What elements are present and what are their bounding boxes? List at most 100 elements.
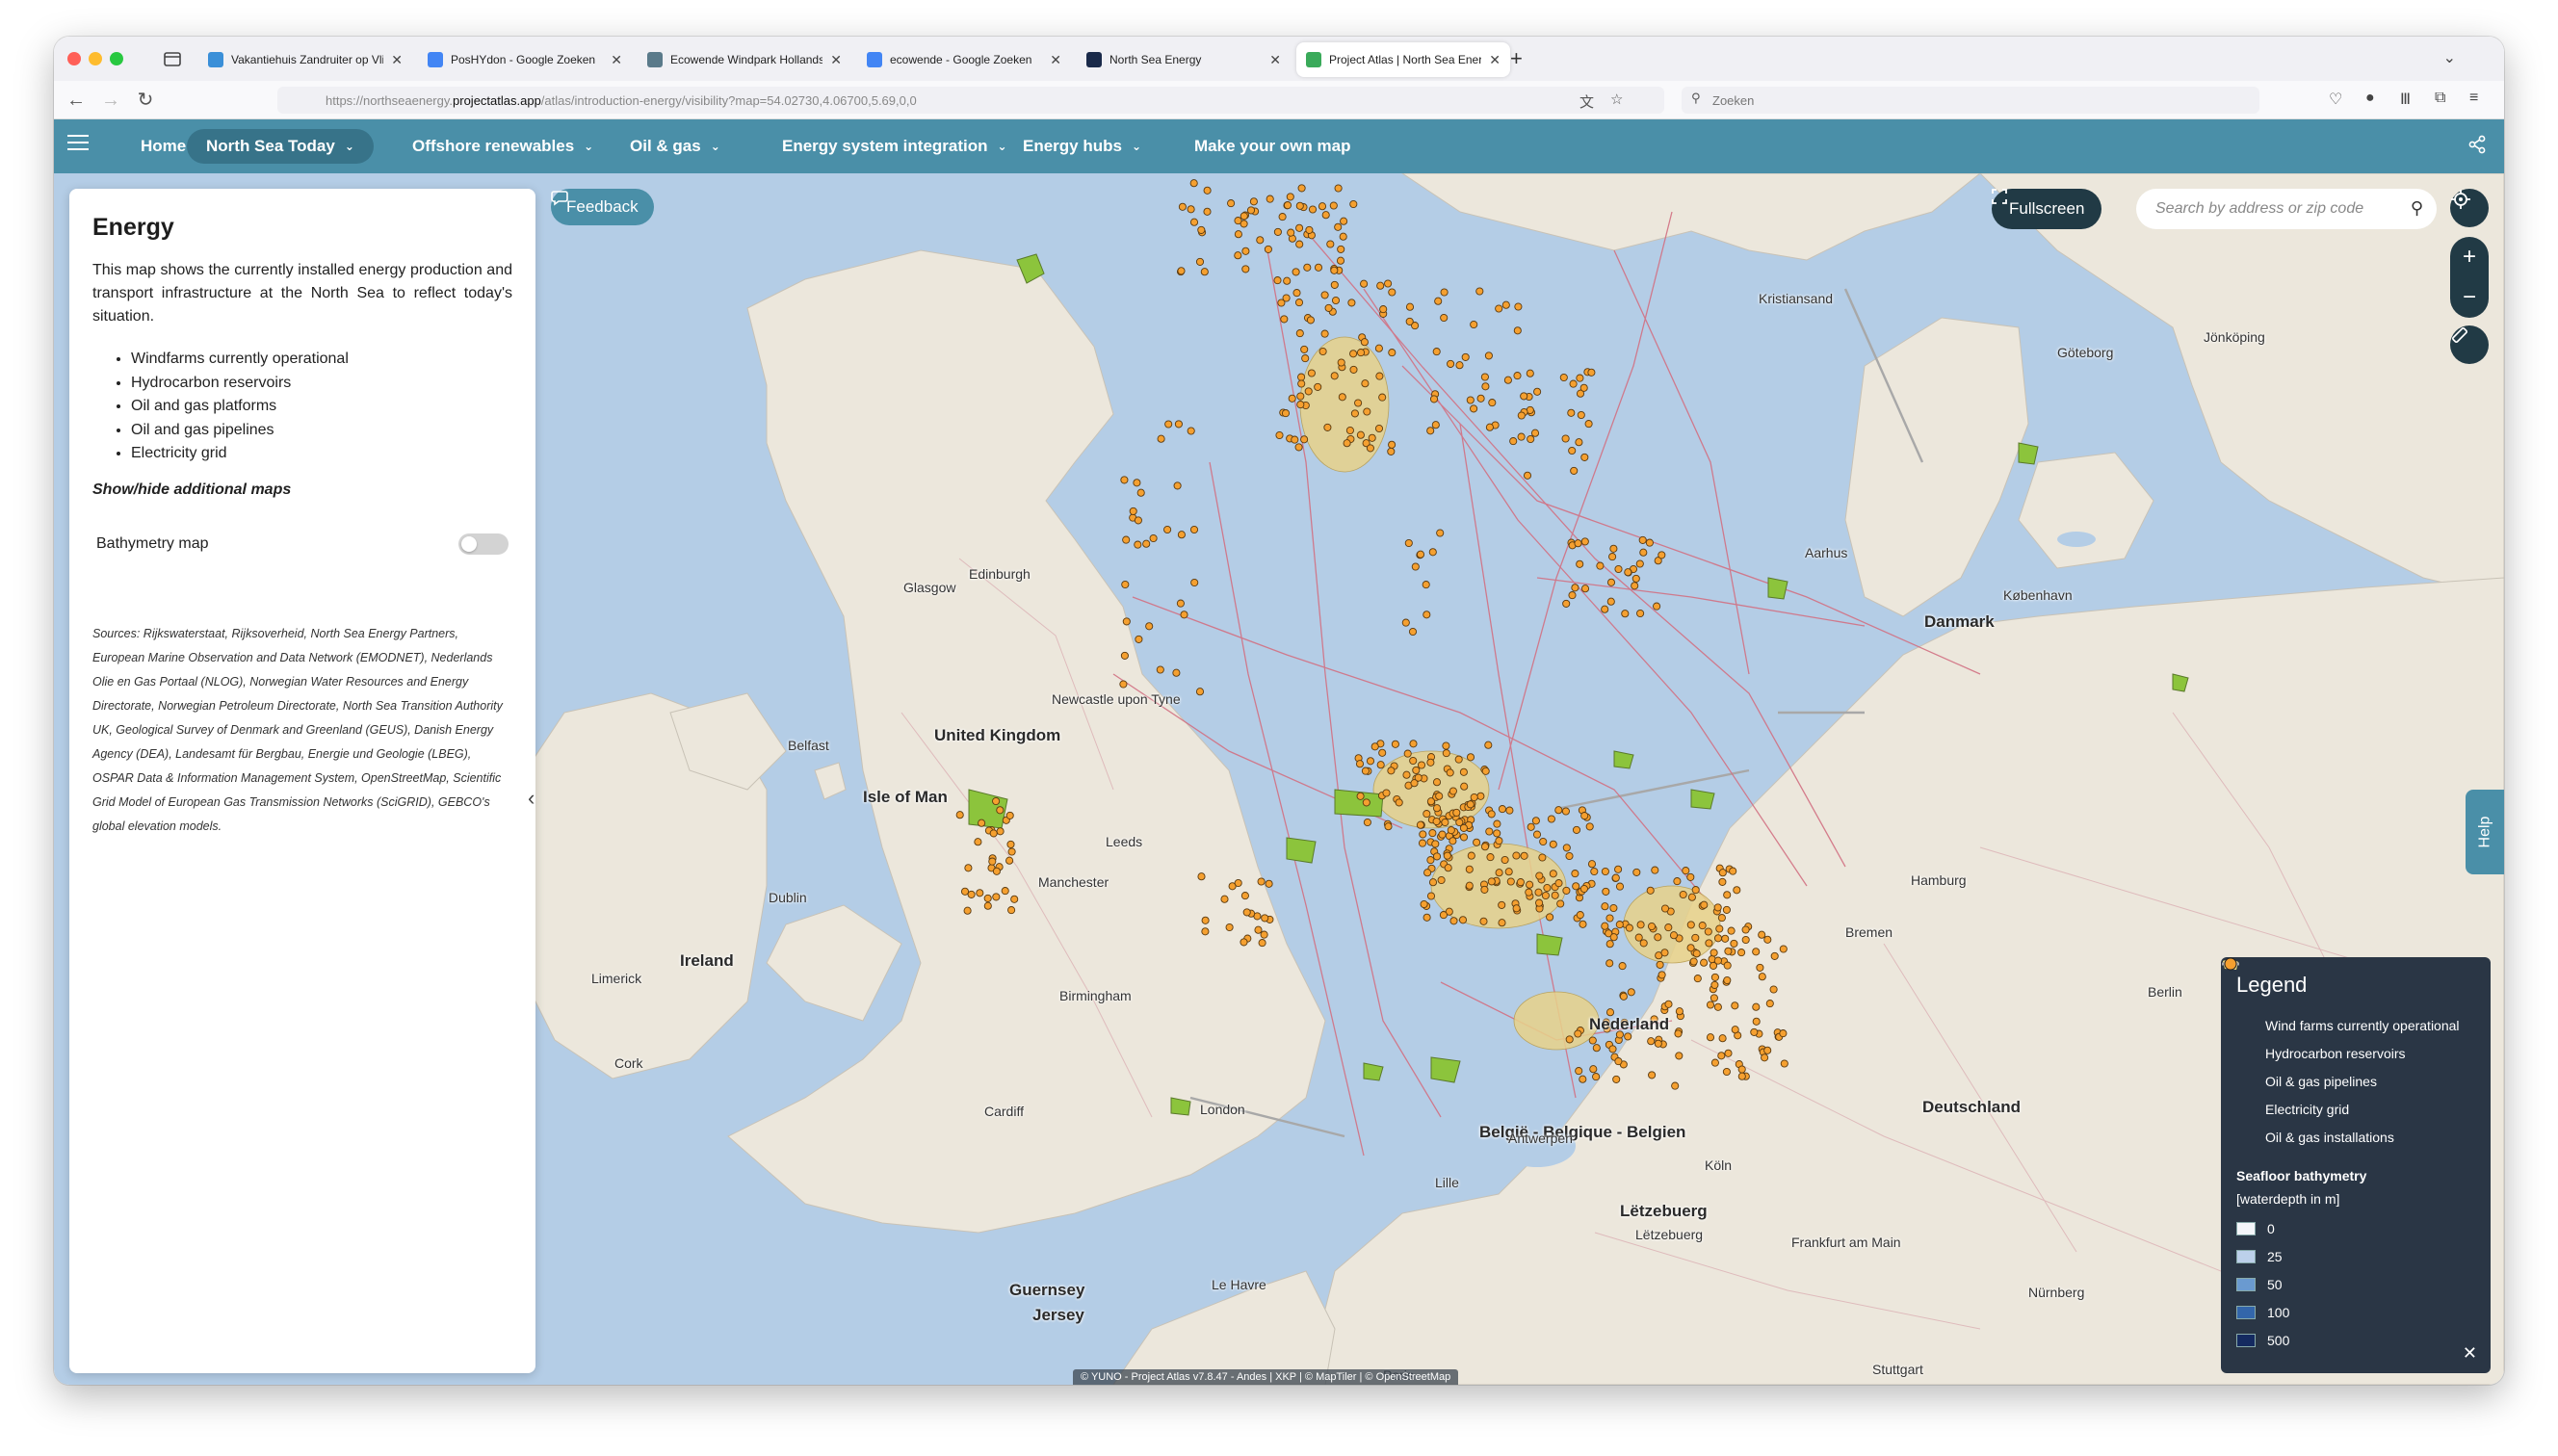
installation-marker[interactable] (1304, 387, 1313, 396)
installation-marker[interactable] (1568, 446, 1577, 455)
installation-marker[interactable] (1601, 902, 1609, 911)
nav-item-north-sea-today[interactable]: North Sea Today ⌄ (187, 129, 374, 164)
installation-marker[interactable] (1164, 420, 1173, 429)
installation-marker[interactable] (1639, 548, 1648, 557)
installation-marker[interactable] (1241, 247, 1250, 255)
installation-marker[interactable] (1752, 1002, 1761, 1011)
installation-marker[interactable] (1691, 933, 1700, 942)
installation-marker[interactable] (1360, 338, 1369, 347)
installation-marker[interactable] (1129, 507, 1137, 515)
installation-marker[interactable] (1324, 303, 1333, 312)
installation-marker[interactable] (1608, 553, 1617, 561)
installation-marker[interactable] (1174, 420, 1183, 429)
installation-marker[interactable] (1571, 870, 1579, 878)
installation-marker[interactable] (1693, 975, 1702, 983)
installation-marker[interactable] (1297, 373, 1306, 381)
installation-marker[interactable] (1484, 351, 1493, 360)
installation-marker[interactable] (1512, 904, 1521, 913)
installation-marker[interactable] (1336, 256, 1345, 265)
installation-marker[interactable] (1647, 922, 1657, 931)
installation-marker[interactable] (1291, 435, 1299, 444)
installation-marker[interactable] (1240, 938, 1248, 947)
installation-marker[interactable] (1532, 830, 1542, 839)
installation-marker[interactable] (1488, 399, 1497, 407)
installation-marker[interactable] (1360, 279, 1369, 288)
installation-marker[interactable] (1731, 1026, 1739, 1034)
installation-marker[interactable] (1378, 393, 1387, 402)
installation-marker[interactable] (1571, 584, 1579, 592)
installation-marker[interactable] (1201, 916, 1210, 924)
installation-marker[interactable] (1527, 822, 1535, 831)
installation-marker[interactable] (1294, 443, 1303, 452)
installation-marker[interactable] (1512, 851, 1521, 860)
installation-marker[interactable] (1466, 396, 1475, 404)
installation-marker[interactable] (1763, 935, 1772, 944)
installation-marker[interactable] (1657, 971, 1666, 979)
installation-marker[interactable] (1010, 895, 1019, 903)
installation-marker[interactable] (1568, 591, 1577, 600)
installation-marker[interactable] (1349, 350, 1358, 358)
address-search-input[interactable]: Search by address or zip code ⚲ (2136, 189, 2437, 229)
installation-marker[interactable] (1576, 911, 1584, 920)
installation-marker[interactable] (1340, 217, 1348, 225)
installation-marker[interactable] (1487, 877, 1496, 886)
installation-marker[interactable] (1769, 985, 1778, 994)
installation-marker[interactable] (1343, 439, 1351, 448)
installation-marker[interactable] (1614, 865, 1623, 873)
installation-marker[interactable] (1197, 225, 1206, 234)
installation-marker[interactable] (1405, 317, 1414, 325)
installation-marker[interactable] (1530, 429, 1540, 437)
installation-marker[interactable] (1682, 867, 1690, 875)
installation-marker[interactable] (1370, 742, 1379, 751)
installation-marker[interactable] (1121, 580, 1130, 589)
installation-marker[interactable] (1608, 1045, 1617, 1053)
installation-marker[interactable] (1459, 767, 1468, 776)
installation-marker[interactable] (1203, 186, 1212, 195)
installation-marker[interactable] (1635, 559, 1644, 568)
installation-marker[interactable] (1498, 919, 1506, 927)
installation-marker[interactable] (988, 857, 997, 866)
installation-marker[interactable] (1177, 531, 1186, 539)
installation-marker[interactable] (1534, 888, 1543, 897)
installation-marker[interactable] (1347, 299, 1356, 307)
installation-marker[interactable] (1366, 757, 1375, 766)
installation-marker[interactable] (1612, 1075, 1621, 1083)
installation-marker[interactable] (1601, 922, 1609, 930)
installation-marker[interactable] (1432, 804, 1442, 813)
installation-marker[interactable] (1403, 749, 1412, 758)
installation-marker[interactable] (1710, 973, 1719, 981)
installation-marker[interactable] (1145, 622, 1154, 631)
installation-marker[interactable] (1605, 914, 1614, 923)
installation-marker[interactable] (1559, 373, 1568, 382)
installation-marker[interactable] (1189, 525, 1199, 534)
installation-marker[interactable] (1314, 382, 1322, 391)
installation-marker[interactable] (1338, 393, 1346, 402)
installation-marker[interactable] (1625, 923, 1633, 932)
installation-marker[interactable] (1556, 899, 1565, 908)
address-bar[interactable]: https://northseaenergy. projectatlas.app /… (277, 87, 1664, 114)
installation-marker[interactable] (1722, 905, 1731, 914)
installation-marker[interactable] (1756, 963, 1764, 972)
installation-marker[interactable] (1329, 201, 1338, 210)
installation-marker[interactable] (1280, 315, 1289, 324)
share-icon[interactable] (2467, 135, 2487, 160)
installation-marker[interactable] (1257, 877, 1266, 886)
installation-marker[interactable] (1517, 411, 1526, 420)
close-tab-icon[interactable]: ✕ (1489, 52, 1501, 68)
installation-marker[interactable] (1303, 263, 1312, 272)
installation-marker[interactable] (1572, 825, 1581, 834)
installation-marker[interactable] (1436, 529, 1445, 537)
installation-marker[interactable] (1156, 665, 1164, 674)
tab-overview-icon[interactable] (162, 48, 183, 69)
installation-marker[interactable] (1349, 365, 1358, 374)
installation-marker[interactable] (1391, 740, 1399, 748)
installation-marker[interactable] (1723, 891, 1732, 899)
installation-marker[interactable] (1275, 430, 1284, 440)
installation-marker[interactable] (1686, 872, 1695, 881)
installation-marker[interactable] (1163, 525, 1172, 534)
installation-marker[interactable] (1330, 280, 1339, 289)
installation-marker[interactable] (1423, 913, 1431, 922)
close-tab-icon[interactable]: ✕ (1269, 52, 1281, 68)
installation-marker[interactable] (1501, 300, 1510, 309)
installation-marker[interactable] (1258, 939, 1266, 948)
